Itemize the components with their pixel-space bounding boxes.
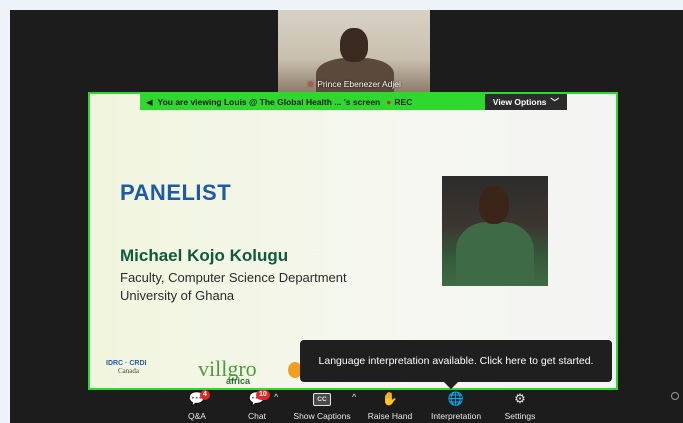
participant-head <box>340 28 368 62</box>
qa-icon: 💬 4 <box>182 390 212 408</box>
speaker-affiliation: University of Ghana <box>120 288 235 303</box>
chat-label: Chat <box>248 411 266 421</box>
show-captions-button[interactable]: CC Show Captions <box>290 390 354 421</box>
globe-icon: 🌐 <box>447 391 465 406</box>
chat-button[interactable]: 💬10 Chat <box>242 390 272 421</box>
qa-label: Q&A <box>188 411 206 421</box>
captions-label: Show Captions <box>293 411 351 421</box>
zoom-window: ✕ Prince Ebenezer Adjei ◀ You are viewing… <box>10 10 683 423</box>
chevron-down-icon: ﹀ <box>550 97 559 107</box>
chat-options-caret-icon[interactable]: ^ <box>274 392 278 402</box>
participant-video[interactable]: ✕ Prince Ebenezer Adjei <box>278 10 430 92</box>
photo-body <box>456 222 534 286</box>
interpretation-tooltip[interactable]: Language interpretation available. Click… <box>300 340 612 390</box>
viewing-status: ◀ You are viewing Louis @ The Global Hea… <box>140 94 485 110</box>
side-handle-icon[interactable] <box>671 392 679 400</box>
viewing-text: You are viewing Louis @ The Global Healt… <box>157 97 381 107</box>
participant-name-label: ✕ Prince Ebenezer Adjei <box>278 79 430 90</box>
photo-head <box>479 186 509 224</box>
tooltip-message: Language interpretation available. Click… <box>318 355 594 367</box>
qa-badge: 4 <box>200 390 210 400</box>
rec-label: REC <box>394 97 413 107</box>
participant-name: Prince Ebenezer Adjei <box>317 79 401 89</box>
screen-share-banner: ◀ You are viewing Louis @ The Global Hea… <box>140 94 567 110</box>
raise-hand-button[interactable]: ✋ Raise Hand <box>365 390 415 421</box>
settings-label: Settings <box>504 411 536 421</box>
speaker-title: Faculty, Computer Science Department <box>120 270 347 285</box>
mic-muted-icon: ✕ <box>307 79 315 89</box>
gear-icon: ⚙ <box>514 391 526 406</box>
view-options-button[interactable]: View Options ﹀ <box>484 94 567 110</box>
qa-button[interactable]: 💬 4 Q&A <box>182 390 212 421</box>
speaker-name: Michael Kojo Kolugu <box>120 246 289 265</box>
speaker-icon: ◀ <box>146 96 153 107</box>
captions-icon: CC <box>290 390 354 408</box>
chat-badge: 10 <box>256 390 270 400</box>
speaker-photo <box>442 176 548 286</box>
hand-icon: ✋ <box>381 391 399 406</box>
interpretation-button[interactable]: 🌐 Interpretation <box>426 390 486 421</box>
meeting-toolbar: 💬4 Q&A 💬10 Chat ^ CC Show Captions ^ ✋ R… <box>10 390 683 423</box>
settings-button[interactable]: ⚙ Settings <box>502 390 538 421</box>
captions-options-caret-icon[interactable]: ^ <box>352 392 356 402</box>
idrc-logo: IDRC · CRDI Canada <box>106 360 147 375</box>
record-dot-icon: ● <box>386 97 392 107</box>
interpretation-label: Interpretation <box>430 411 482 421</box>
chat-icon: 💬10 <box>242 390 272 408</box>
villgro-logo: villgro africa <box>198 356 257 386</box>
view-options-label: View Options <box>492 97 547 107</box>
slide-heading: PANELIST <box>120 180 232 205</box>
raise-hand-label: Raise Hand <box>367 411 413 421</box>
